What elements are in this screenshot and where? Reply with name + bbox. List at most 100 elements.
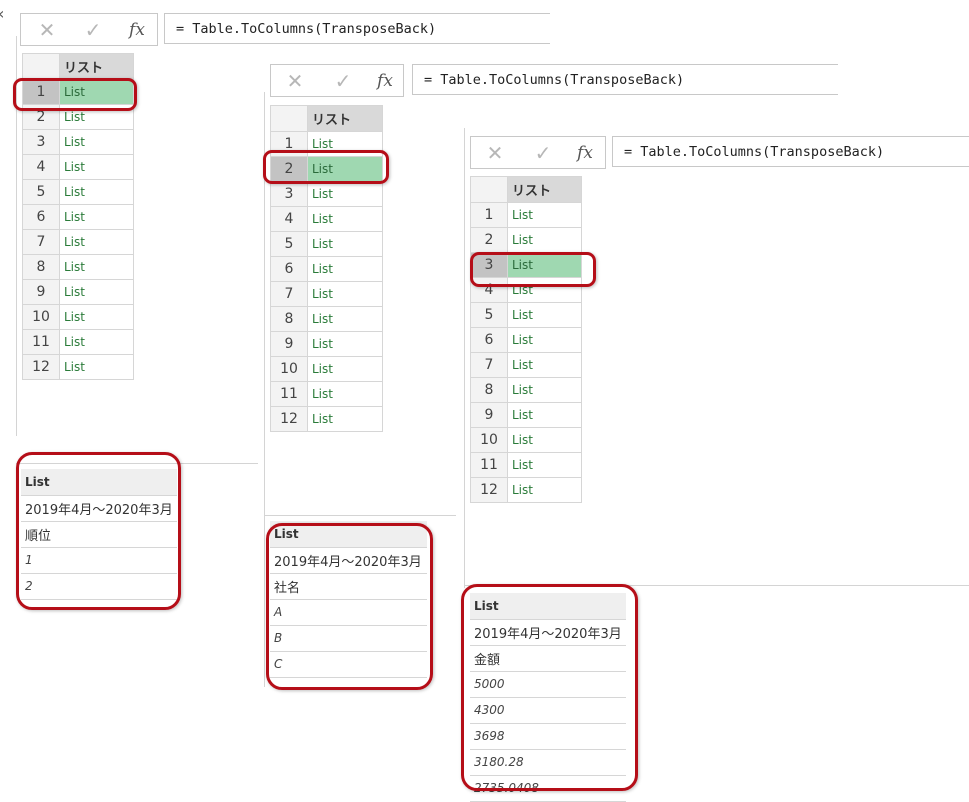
table-row[interactable]: 5 List bbox=[22, 179, 134, 205]
row-number[interactable]: 1 bbox=[470, 202, 508, 228]
row-number[interactable]: 9 bbox=[470, 402, 508, 428]
table-row[interactable]: 12 List bbox=[270, 406, 383, 432]
table-row[interactable]: 9 List bbox=[470, 402, 582, 428]
list-cell[interactable]: List bbox=[59, 154, 134, 180]
confirm-button[interactable]: ✓ bbox=[323, 65, 363, 96]
column-header[interactable]: リスト bbox=[59, 53, 134, 80]
formula-input[interactable]: = Table.ToColumns(TransposeBack) bbox=[612, 136, 969, 167]
table-row[interactable]: 10 List bbox=[22, 304, 134, 330]
list-cell[interactable]: List bbox=[507, 427, 582, 453]
row-number[interactable]: 3 bbox=[270, 181, 308, 207]
table-row[interactable]: 3 List bbox=[22, 129, 134, 155]
row-number[interactable]: 8 bbox=[22, 254, 60, 280]
confirm-button[interactable]: ✓ bbox=[73, 14, 113, 45]
row-number[interactable]: 10 bbox=[270, 356, 308, 382]
row-number[interactable]: 9 bbox=[270, 331, 308, 357]
table-row[interactable]: 4 List bbox=[22, 154, 134, 180]
table-row[interactable]: 11 List bbox=[270, 381, 383, 407]
row-number[interactable]: 9 bbox=[22, 279, 60, 305]
cancel-button[interactable]: ✕ bbox=[475, 137, 515, 168]
row-number[interactable]: 6 bbox=[470, 327, 508, 353]
row-number[interactable]: 12 bbox=[470, 477, 508, 503]
table-row[interactable]: 6 List bbox=[22, 204, 134, 230]
table-row[interactable]: 12 List bbox=[470, 477, 582, 503]
row-number[interactable]: 8 bbox=[470, 377, 508, 403]
table-row[interactable]: 5 List bbox=[470, 302, 582, 328]
formula-input[interactable]: = Table.ToColumns(TransposeBack) bbox=[412, 64, 838, 95]
formula-input[interactable]: = Table.ToColumns(TransposeBack) bbox=[164, 13, 550, 44]
list-cell[interactable]: List bbox=[507, 402, 582, 428]
table-row[interactable]: 6 List bbox=[470, 327, 582, 353]
column-header[interactable]: リスト bbox=[507, 176, 582, 203]
cancel-button[interactable]: ✕ bbox=[27, 14, 67, 45]
row-number[interactable]: 8 bbox=[270, 306, 308, 332]
table-row[interactable]: 8 List bbox=[22, 254, 134, 280]
list-cell[interactable]: List bbox=[59, 129, 134, 155]
list-cell[interactable]: List bbox=[307, 206, 383, 232]
list-cell[interactable]: List bbox=[59, 229, 134, 255]
row-number[interactable]: 10 bbox=[470, 427, 508, 453]
list-cell[interactable]: List bbox=[307, 281, 383, 307]
row-number[interactable]: 7 bbox=[270, 281, 308, 307]
list-cell[interactable]: List bbox=[307, 306, 383, 332]
list-cell[interactable]: List bbox=[307, 231, 383, 257]
list-cell[interactable]: List bbox=[507, 202, 582, 228]
fx-icon[interactable]: fx bbox=[365, 65, 405, 96]
list-cell[interactable]: List bbox=[59, 204, 134, 230]
table-row[interactable]: 7 List bbox=[22, 229, 134, 255]
row-number[interactable]: 3 bbox=[22, 129, 60, 155]
list-cell[interactable]: List bbox=[507, 477, 582, 503]
table-row[interactable]: 11 List bbox=[22, 329, 134, 355]
fx-icon[interactable]: fx bbox=[117, 14, 157, 45]
list-cell[interactable]: List bbox=[59, 304, 134, 330]
list-cell[interactable]: List bbox=[507, 227, 582, 253]
row-number[interactable]: 2 bbox=[470, 227, 508, 253]
row-number[interactable]: 4 bbox=[22, 154, 60, 180]
table-row[interactable]: 5 List bbox=[270, 231, 383, 257]
table-row[interactable]: 9 List bbox=[22, 279, 134, 305]
table-row[interactable]: 4 List bbox=[270, 206, 383, 232]
cancel-button[interactable]: ✕ bbox=[275, 65, 315, 96]
list-cell[interactable]: List bbox=[307, 406, 383, 432]
table-row[interactable]: 8 List bbox=[270, 306, 383, 332]
row-number[interactable]: 12 bbox=[22, 354, 60, 380]
row-number[interactable]: 11 bbox=[470, 452, 508, 478]
row-number[interactable]: 5 bbox=[22, 179, 60, 205]
row-number[interactable]: 10 bbox=[22, 304, 60, 330]
table-row[interactable]: 3 List bbox=[270, 181, 383, 207]
list-cell[interactable]: List bbox=[307, 331, 383, 357]
table-row[interactable]: 11 List bbox=[470, 452, 582, 478]
list-cell[interactable]: List bbox=[307, 181, 383, 207]
table-row[interactable]: 12 List bbox=[22, 354, 134, 380]
row-number[interactable]: 12 bbox=[270, 406, 308, 432]
table-row[interactable]: 1 List bbox=[470, 202, 582, 228]
list-cell[interactable]: List bbox=[507, 452, 582, 478]
list-cell[interactable]: List bbox=[507, 352, 582, 378]
table-row[interactable]: 7 List bbox=[270, 281, 383, 307]
row-number[interactable]: 7 bbox=[22, 229, 60, 255]
table-row[interactable]: 7 List bbox=[470, 352, 582, 378]
table-row[interactable]: 6 List bbox=[270, 256, 383, 282]
list-cell[interactable]: List bbox=[59, 179, 134, 205]
row-number[interactable]: 7 bbox=[470, 352, 508, 378]
row-number[interactable]: 5 bbox=[270, 231, 308, 257]
list-cell[interactable]: List bbox=[507, 302, 582, 328]
row-number[interactable]: 11 bbox=[22, 329, 60, 355]
list-cell[interactable]: List bbox=[307, 381, 383, 407]
list-cell[interactable]: List bbox=[307, 256, 383, 282]
table-row[interactable]: 9 List bbox=[270, 331, 383, 357]
table-row[interactable]: 10 List bbox=[470, 427, 582, 453]
list-cell[interactable]: List bbox=[59, 279, 134, 305]
table-row[interactable]: 8 List bbox=[470, 377, 582, 403]
row-number[interactable]: 6 bbox=[270, 256, 308, 282]
row-number[interactable]: 4 bbox=[270, 206, 308, 232]
row-number[interactable]: 5 bbox=[470, 302, 508, 328]
table-row[interactable]: 2 List bbox=[470, 227, 582, 253]
confirm-button[interactable]: ✓ bbox=[523, 137, 563, 168]
row-number[interactable]: 6 bbox=[22, 204, 60, 230]
column-header[interactable]: リスト bbox=[307, 105, 383, 132]
list-cell[interactable]: List bbox=[59, 329, 134, 355]
list-cell[interactable]: List bbox=[307, 356, 383, 382]
row-number[interactable]: 11 bbox=[270, 381, 308, 407]
table-row[interactable]: 10 List bbox=[270, 356, 383, 382]
